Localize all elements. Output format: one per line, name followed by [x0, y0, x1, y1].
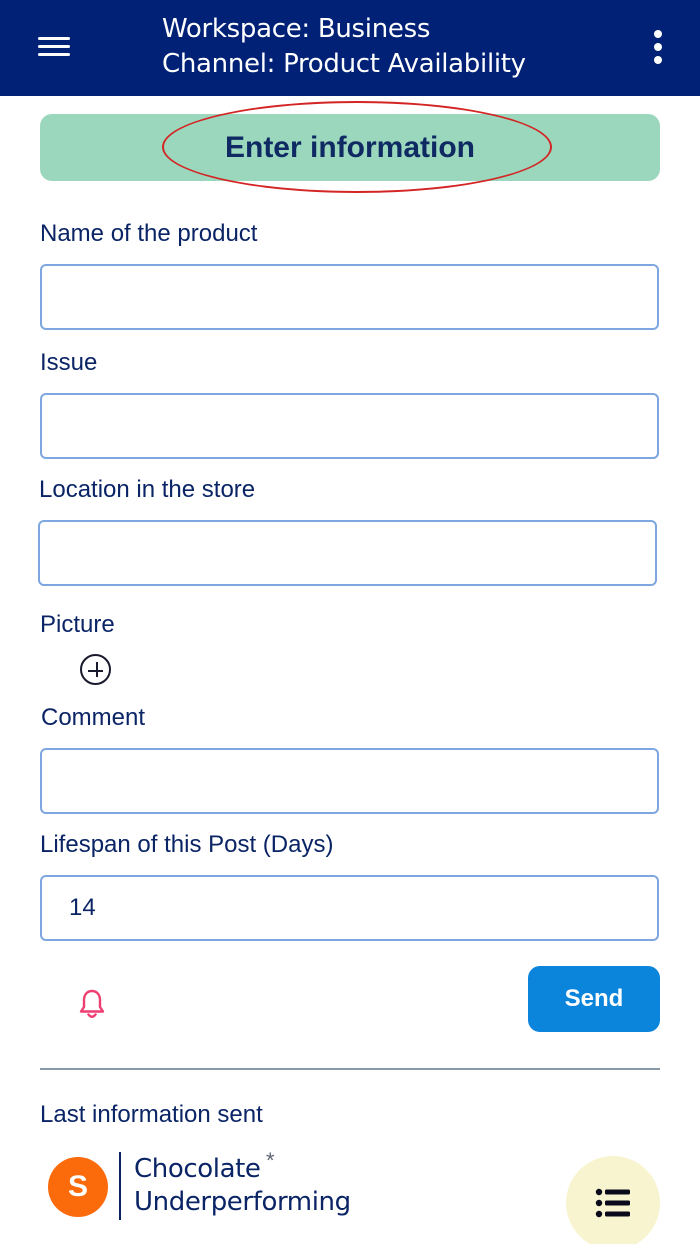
location-label: Location in the store	[39, 476, 256, 503]
send-button[interactable]: Send	[528, 966, 660, 1032]
lifespan-input[interactable]: 14	[40, 875, 659, 941]
channel-name: Channel: Product Availability	[162, 49, 526, 79]
hamburger-menu-icon[interactable]	[38, 33, 72, 59]
section-divider	[40, 1068, 660, 1070]
form-header-title: Enter information	[224, 131, 475, 164]
issue-label: Issue	[40, 349, 98, 376]
last-sent-subtitle: Underperforming	[134, 1187, 351, 1217]
item-separator	[119, 1152, 121, 1220]
topbar-title: Workspace: Business Channel: Product Ava…	[162, 12, 526, 82]
product-name-label: Name of the product	[40, 220, 258, 247]
more-options-icon[interactable]	[648, 28, 668, 68]
location-input[interactable]	[38, 520, 657, 586]
bell-icon[interactable]	[78, 988, 106, 1020]
list-icon[interactable]	[566, 1156, 660, 1244]
comment-label: Comment	[41, 704, 146, 731]
add-picture-icon[interactable]	[80, 654, 111, 685]
issue-input[interactable]	[40, 393, 659, 459]
picture-label: Picture	[40, 611, 115, 638]
form-header-banner: Enter information	[40, 101, 660, 193]
last-sent-title: Chocolate	[134, 1154, 261, 1184]
last-sent-heading: Last information sent	[40, 1101, 263, 1128]
product-name-input[interactable]	[40, 264, 659, 330]
comment-input[interactable]	[40, 748, 659, 814]
unread-marker: *	[266, 1148, 275, 1173]
top-app-bar: Workspace: Business Channel: Product Ava…	[0, 0, 700, 96]
workspace-name: Workspace: Business	[162, 14, 431, 44]
avatar: S	[48, 1157, 108, 1217]
lifespan-label: Lifespan of this Post (Days)	[40, 831, 334, 858]
